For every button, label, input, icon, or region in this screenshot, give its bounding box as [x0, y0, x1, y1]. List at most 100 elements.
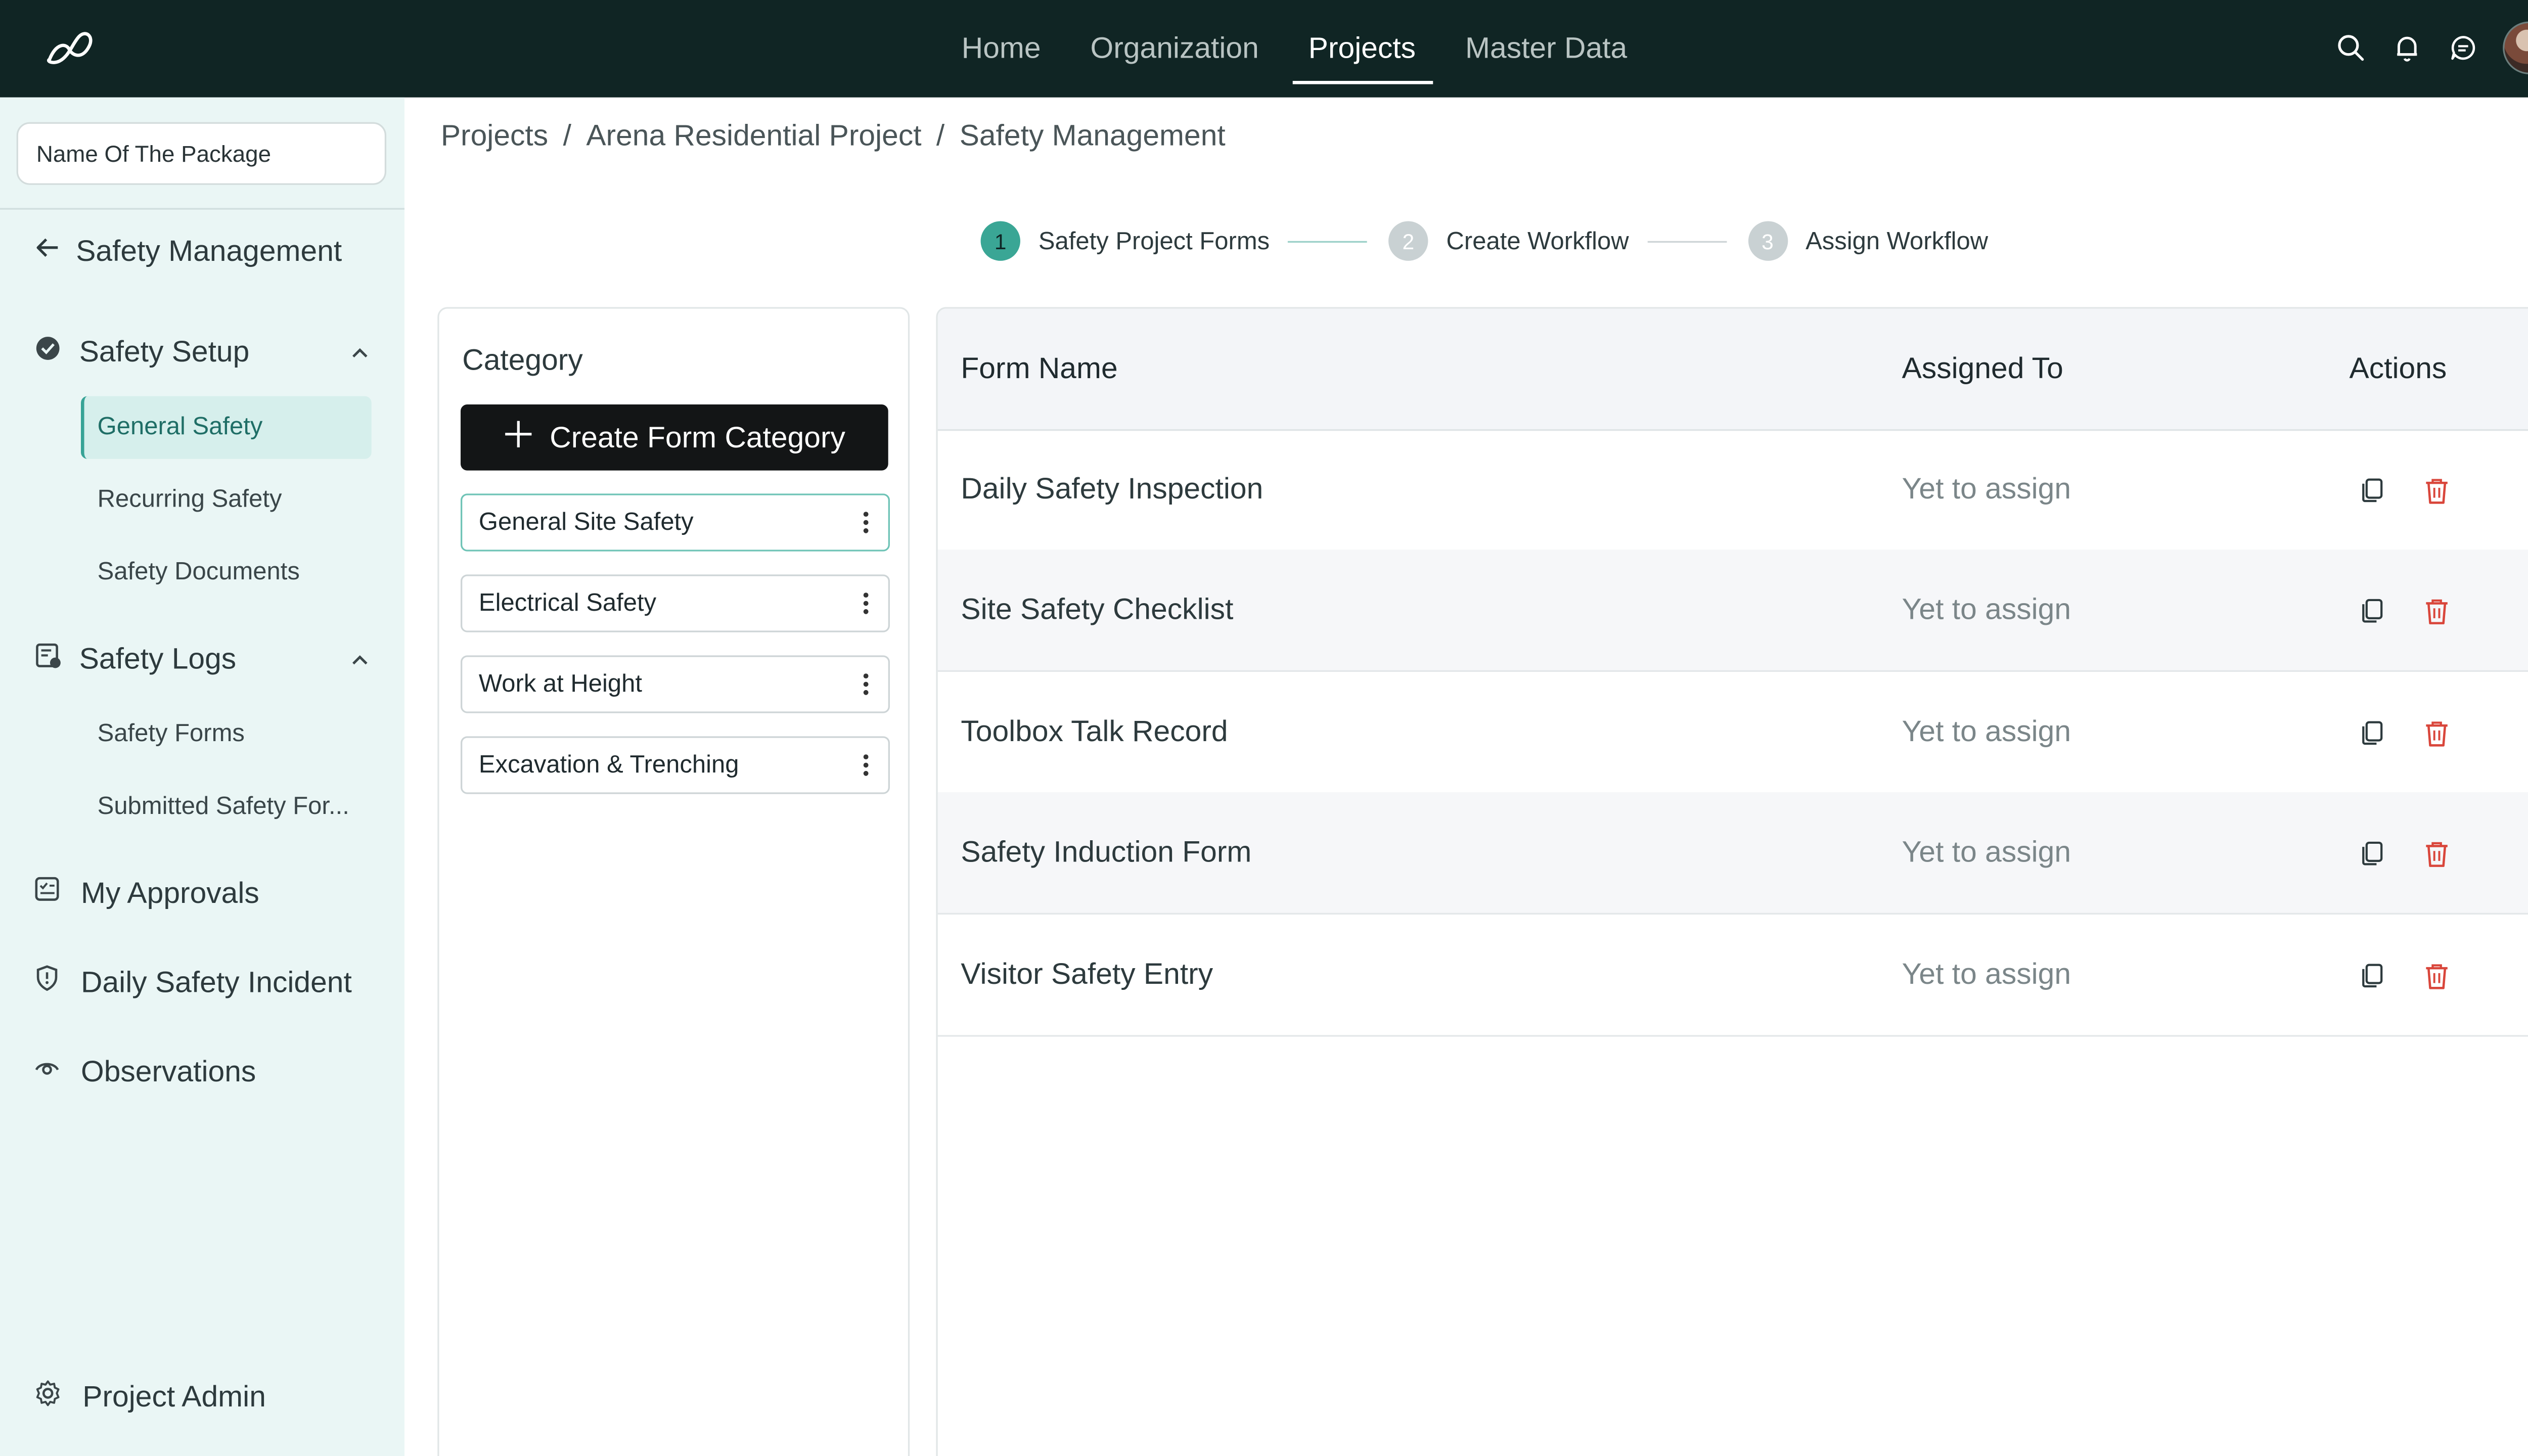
chevron-up-icon[interactable] — [348, 646, 372, 680]
copy-icon[interactable] — [2356, 474, 2389, 507]
step-connector — [1647, 240, 1727, 242]
category-item[interactable]: Excavation & Trenching — [461, 736, 890, 794]
plus-icon — [504, 419, 533, 457]
form-name-cell: Toolbox Talk Record — [961, 714, 1228, 748]
search-icon[interactable] — [2334, 31, 2367, 64]
package-name-input[interactable]: Name Of The Package — [16, 122, 387, 185]
step-label: Create Workflow — [1446, 226, 1629, 255]
copy-icon[interactable] — [2356, 595, 2389, 627]
category-item-label: Electrical Safety — [478, 589, 657, 618]
sidebar-item-safety-documents[interactable]: Safety Documents — [81, 541, 372, 604]
step-assign-workflow[interactable]: 3 Assign Workflow — [1747, 221, 1988, 261]
more-vertical-icon[interactable] — [859, 754, 872, 776]
shield-alert-icon — [33, 964, 61, 1000]
table-row[interactable]: Safety Induction Form Yet to assign — [937, 792, 2528, 915]
sidebar-item-daily-safety-incident[interactable]: Daily Safety Incident — [33, 964, 352, 1000]
breadcrumb-separator: / — [936, 119, 945, 152]
eye-icon — [33, 1053, 61, 1089]
column-header-assigned-to: Assigned To — [1902, 351, 2063, 385]
assigned-to-cell: Yet to assign — [1902, 714, 2071, 748]
approvals-icon — [33, 875, 61, 912]
sidebar-item-submitted-safety-forms[interactable]: Submitted Safety For... — [81, 776, 372, 839]
create-form-category-button[interactable]: Create Form Category — [461, 404, 888, 471]
sidebar-group-safety-logs[interactable]: Safety Logs — [33, 641, 371, 678]
form-name-cell: Site Safety Checklist — [961, 593, 1234, 626]
step-create-workflow[interactable]: 2 Create Workflow — [1388, 221, 1629, 261]
form-name-cell: Visitor Safety Entry — [961, 957, 1213, 991]
table-row[interactable]: Daily Safety Inspection Yet to assign — [937, 429, 2528, 552]
nav-organization[interactable]: Organization — [1074, 0, 1276, 98]
step-safety-project-forms[interactable]: 1 Safety Project Forms — [980, 221, 1270, 261]
form-name-cell: Daily Safety Inspection — [961, 472, 1263, 506]
breadcrumb-projects[interactable]: Projects — [441, 119, 548, 152]
column-header-form-name: Form Name — [961, 351, 1118, 385]
gear-icon — [33, 1379, 63, 1417]
sidebar-divider — [0, 208, 404, 210]
sidebar-group-safety-setup[interactable]: Safety Setup — [33, 334, 371, 372]
observations-label: Observations — [80, 1054, 256, 1087]
category-item[interactable]: General Site Safety — [461, 493, 890, 552]
table-row[interactable]: Visitor Safety Entry Yet to assign — [937, 915, 2528, 1037]
delete-icon[interactable] — [2420, 837, 2453, 870]
my-approvals-label: My Approvals — [80, 876, 259, 909]
nav-home[interactable]: Home — [945, 0, 1057, 98]
breadcrumb-arena-residential-project[interactable]: Arena Residential Project — [586, 119, 921, 152]
delete-icon[interactable] — [2420, 716, 2453, 749]
delete-icon[interactable] — [2420, 474, 2453, 507]
sidebar-item-recurring-safety[interactable]: Recurring Safety — [81, 469, 372, 531]
back-label: Safety Management — [76, 234, 342, 267]
breadcrumb: Projects / Arena Residential Project / Safet… — [441, 119, 1226, 154]
project-admin-label: Project Admin — [82, 1380, 266, 1414]
back-to-safety-management[interactable]: Safety Management — [33, 233, 342, 270]
sidebar-item-observations[interactable]: Observations — [33, 1053, 256, 1089]
sidebar: Name Of The Package Safety Management Sa… — [0, 97, 404, 1456]
assigned-to-cell: Yet to assign — [1902, 472, 2071, 506]
safety-logs-label: Safety Logs — [79, 642, 237, 675]
create-form-category-label: Create Form Category — [550, 420, 845, 453]
sidebar-item-project-admin[interactable]: Project Admin — [33, 1379, 266, 1417]
step-number: 3 — [1747, 221, 1788, 261]
category-item-label: Excavation & Trenching — [478, 751, 739, 780]
form-name-cell: Safety Induction Form — [961, 835, 1252, 869]
main-nav: Home Organization Projects Master Data — [0, 0, 2528, 98]
forms-table: Form Name Assigned To Actions Daily Safe… — [936, 307, 2528, 1456]
assigned-to-cell: Yet to assign — [1902, 835, 2071, 869]
category-item[interactable]: Work at Height — [461, 655, 890, 713]
daily-safety-incident-label: Daily Safety Incident — [80, 965, 352, 998]
log-clipboard-icon — [33, 641, 63, 678]
sidebar-item-my-approvals[interactable]: My Approvals — [33, 875, 259, 912]
copy-icon[interactable] — [2356, 837, 2389, 870]
copy-icon[interactable] — [2356, 716, 2389, 749]
assigned-to-cell: Yet to assign — [1902, 957, 2071, 991]
more-vertical-icon[interactable] — [859, 593, 872, 614]
avatar[interactable] — [2503, 21, 2528, 74]
step-number: 1 — [980, 221, 1020, 261]
shield-check-icon — [33, 334, 63, 372]
category-item[interactable]: Electrical Safety — [461, 574, 890, 632]
nav-master-data[interactable]: Master Data — [1449, 0, 1643, 98]
step-label: Safety Project Forms — [1038, 226, 1270, 255]
chevron-up-icon[interactable] — [348, 338, 372, 373]
delete-icon[interactable] — [2420, 595, 2453, 627]
category-title: Category — [462, 343, 583, 377]
table-row[interactable]: Toolbox Talk Record Yet to assign — [937, 672, 2528, 794]
arrow-left-icon — [33, 233, 63, 270]
breadcrumb-separator: / — [563, 119, 571, 152]
step-connector — [1288, 240, 1367, 242]
top-navigation-bar: Home Organization Projects Master Data — [0, 0, 2528, 98]
more-vertical-icon[interactable] — [859, 512, 872, 533]
column-header-actions: Actions — [2349, 351, 2447, 385]
sidebar-item-safety-forms[interactable]: Safety Forms — [81, 703, 372, 766]
category-item-label: Work at Height — [478, 670, 642, 699]
top-actions — [2334, 21, 2528, 74]
stepper: 1 Safety Project Forms 2 Create Workflow… — [980, 221, 1988, 261]
step-number: 2 — [1388, 221, 1428, 261]
sidebar-item-general-safety[interactable]: General Safety — [80, 396, 372, 459]
nav-projects[interactable]: Projects — [1292, 0, 1432, 98]
table-row[interactable]: Site Safety Checklist Yet to assign — [937, 550, 2528, 672]
delete-icon[interactable] — [2420, 959, 2453, 992]
bell-icon[interactable] — [2390, 31, 2423, 64]
more-vertical-icon[interactable] — [859, 673, 872, 695]
copy-icon[interactable] — [2356, 959, 2389, 992]
chat-icon[interactable] — [2447, 31, 2479, 64]
